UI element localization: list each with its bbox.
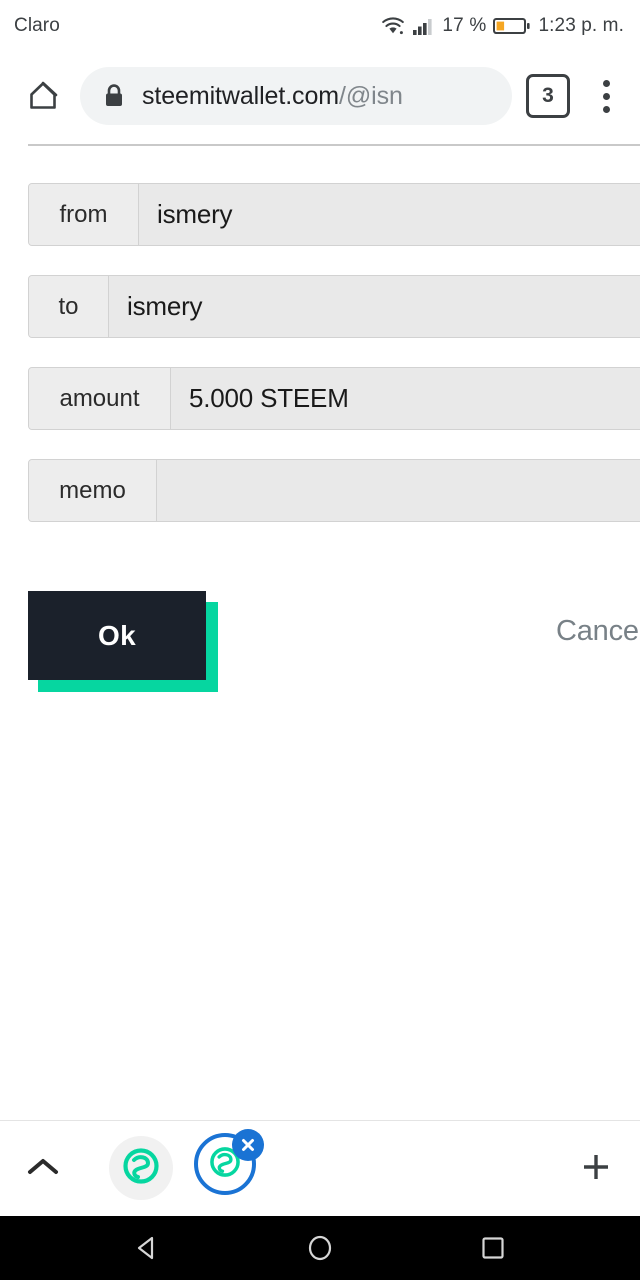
app-icon-steem-inactive[interactable] xyxy=(109,1136,173,1200)
form-row-amount: amount 5.000 STEEM xyxy=(28,367,640,430)
steem-logo-icon xyxy=(122,1147,160,1190)
home-circle-icon[interactable] xyxy=(290,1218,350,1278)
recents-square-icon[interactable] xyxy=(463,1218,523,1278)
more-vertical-icon[interactable] xyxy=(586,73,626,119)
app-switcher-bar xyxy=(0,1120,640,1217)
browser-toolbar: steemitwallet.com/@isn 3 xyxy=(0,52,640,140)
menu-dot xyxy=(602,105,610,113)
plus-icon[interactable] xyxy=(576,1147,616,1187)
app-icon-steem-active[interactable] xyxy=(194,1129,264,1201)
form-row-to: to ismery xyxy=(28,275,640,338)
cellular-signal-icon xyxy=(412,15,436,37)
field-label-from: from xyxy=(29,184,139,245)
field-value-to[interactable]: ismery xyxy=(109,276,640,337)
transfer-form: from ismery to ismery amount 5.000 STEEM… xyxy=(28,183,640,551)
cancel-button[interactable]: Cancel xyxy=(556,615,640,648)
field-value-from[interactable]: ismery xyxy=(139,184,640,245)
field-value-memo[interactable] xyxy=(157,460,640,521)
tab-count-label: 3 xyxy=(542,84,554,107)
carrier-label: Claro xyxy=(14,15,60,36)
ok-button[interactable]: Ok xyxy=(28,591,206,680)
content-top-divider xyxy=(28,144,640,146)
form-row-from: from ismery xyxy=(28,183,640,246)
android-nav-bar xyxy=(0,1216,640,1280)
status-bar: Claro 17 % 1:23 p. m. xyxy=(0,0,640,52)
battery-low-icon xyxy=(492,16,531,36)
url-path: /@isn xyxy=(338,81,403,110)
url-domain: steemitwallet.com xyxy=(142,81,339,110)
url-bar[interactable]: steemitwallet.com/@isn xyxy=(80,67,512,125)
battery-percent-label: 17 % xyxy=(442,15,487,36)
home-icon[interactable] xyxy=(20,73,66,119)
clock-label: 1:23 p. m. xyxy=(538,15,624,36)
back-triangle-icon[interactable] xyxy=(117,1218,177,1278)
tab-switcher-button[interactable]: 3 xyxy=(526,74,570,118)
menu-dot xyxy=(602,79,610,87)
form-row-memo: memo xyxy=(28,459,640,522)
field-label-memo: memo xyxy=(29,460,157,521)
web-page-content: from ismery to ismery amount 5.000 STEEM… xyxy=(0,140,640,1120)
wifi-icon xyxy=(380,15,406,37)
field-label-amount: amount xyxy=(29,368,171,429)
url-text: steemitwallet.com/@isn xyxy=(142,82,403,111)
field-label-to: to xyxy=(29,276,109,337)
status-indicators: 17 % 1:23 p. m. xyxy=(380,15,624,37)
form-actions: Ok Cancel xyxy=(0,591,640,711)
field-value-amount[interactable]: 5.000 STEEM xyxy=(171,368,640,429)
lock-icon xyxy=(102,82,142,110)
menu-dot xyxy=(602,92,610,100)
close-icon[interactable] xyxy=(232,1129,264,1161)
ok-button-wrapper: Ok xyxy=(28,591,218,692)
chevron-up-icon[interactable] xyxy=(25,1149,61,1185)
